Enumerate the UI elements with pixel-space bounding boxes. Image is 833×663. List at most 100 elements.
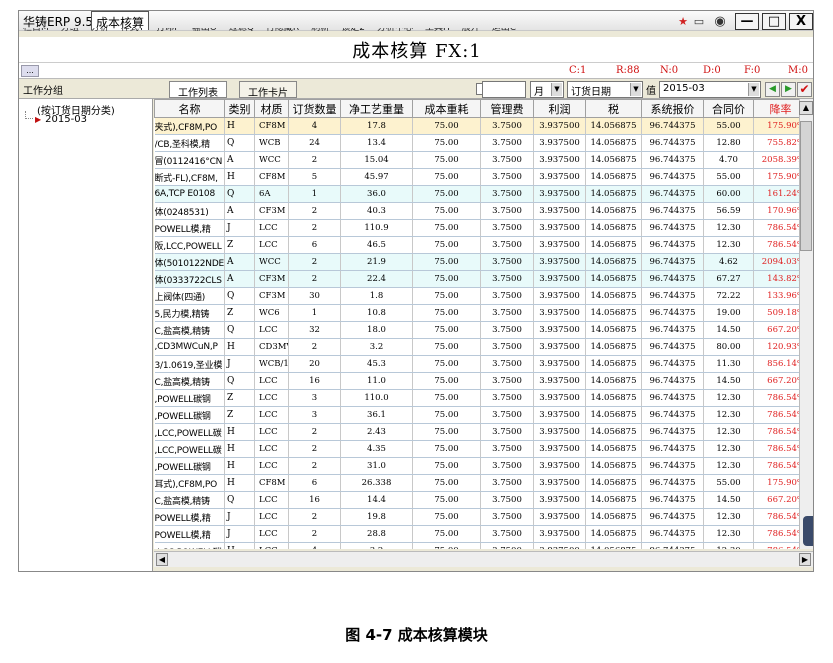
field-select[interactable]: 订货日期 ▼ — [567, 81, 643, 98]
menu-item[interactable]: 行隐藏R — [266, 28, 299, 33]
confirm-check-icon[interactable]: ✔ — [797, 82, 812, 97]
table-cell[interactable]: C,盐高模,精铸 — [154, 372, 225, 390]
table-cell[interactable]: 12.30 — [703, 236, 754, 254]
table-cell[interactable]: 5 — [288, 168, 341, 186]
table-cell[interactable]: 16 — [288, 491, 341, 509]
table-cell[interactable]: 19.8 — [340, 508, 413, 526]
table-cell[interactable]: 32 — [288, 321, 341, 339]
table-cell[interactable]: 2 — [288, 202, 341, 220]
table-cell[interactable]: 3.7500 — [480, 151, 534, 169]
table-cell[interactable]: 14.056875 — [585, 219, 642, 237]
table-cell[interactable]: Q — [224, 491, 255, 509]
table-cell[interactable]: 14.056875 — [585, 423, 642, 441]
table-cell[interactable]: 12.30 — [703, 440, 754, 458]
table-cell[interactable]: 14.056875 — [585, 168, 642, 186]
table-cell[interactable]: C,盐高模,精铸 — [154, 491, 225, 509]
table-cell[interactable]: 14.056875 — [585, 406, 642, 424]
table-cell[interactable]: ,POWELL碳钢 — [154, 389, 225, 407]
table-cell[interactable]: Q — [224, 134, 255, 152]
table-cell[interactable]: CF8M — [254, 117, 289, 135]
table-cell[interactable]: 冒(0112416°CN — [154, 151, 225, 169]
table-cell[interactable]: 96.744375 — [641, 321, 704, 339]
table-cell[interactable]: POWELL模,精 — [154, 508, 225, 526]
table-cell[interactable]: 3.7500 — [480, 440, 534, 458]
table-cell[interactable]: 3.937500 — [533, 168, 586, 186]
table-cell[interactable]: 4 — [288, 542, 341, 549]
table-cell[interactable]: 46.5 — [340, 236, 413, 254]
date-select[interactable]: 2015-03 ▼ — [659, 81, 761, 98]
table-cell[interactable]: 14.50 — [703, 491, 754, 509]
table-cell[interactable]: 96.744375 — [641, 508, 704, 526]
table-cell[interactable]: 14.50 — [703, 372, 754, 390]
table-cell[interactable]: 1 — [288, 185, 341, 203]
table-cell[interactable]: 30 — [288, 287, 341, 305]
table-cell[interactable]: 75.00 — [412, 542, 481, 549]
table-cell[interactable]: Q — [224, 287, 255, 305]
table-cell[interactable]: 11.30 — [703, 355, 754, 373]
table-cell[interactable]: J — [224, 219, 255, 237]
table-cell[interactable]: 3.937500 — [533, 304, 586, 322]
table-cell[interactable]: 3 — [288, 406, 341, 424]
table-cell[interactable]: 14.056875 — [585, 134, 642, 152]
table-cell[interactable]: C,盐高模,精铸 — [154, 321, 225, 339]
table-cell[interactable]: H — [224, 423, 255, 441]
table-cell[interactable]: 75.00 — [412, 338, 481, 356]
table-cell[interactable]: A — [224, 151, 255, 169]
table-cell[interactable]: 75.00 — [412, 372, 481, 390]
table-cell[interactable]: 72.22 — [703, 287, 754, 305]
table-cell[interactable]: 3.7500 — [480, 525, 534, 543]
table-row[interactable]: ,POWELL碳钢 Z LCC 3 36.1 75.00 3.7500 3.937500 14.… — [154, 406, 808, 424]
table-cell[interactable]: 3.937500 — [533, 134, 586, 152]
menu-item[interactable]: 退出C — [492, 28, 516, 33]
table-cell[interactable]: 75.00 — [412, 236, 481, 254]
table-cell[interactable]: 6 — [288, 236, 341, 254]
table-cell[interactable]: Z — [224, 304, 255, 322]
table-cell[interactable]: 上阀体(四通) — [154, 287, 225, 305]
column-header[interactable]: 订货数量 — [288, 99, 341, 118]
table-row[interactable]: POWELL模,精 J LCC 2 28.8 75.00 3.7500 3.937500 14.… — [154, 525, 808, 543]
table-cell[interactable]: 3.937500 — [533, 355, 586, 373]
table-cell[interactable]: 3.7500 — [480, 270, 534, 288]
star-icon[interactable]: ★ — [676, 13, 690, 30]
menu-item[interactable]: 分析中心 — [377, 28, 413, 33]
table-cell[interactable]: 96.744375 — [641, 338, 704, 356]
table-cell[interactable]: 75.00 — [412, 219, 481, 237]
table-cell[interactable]: WCB/1. — [254, 355, 289, 373]
column-header[interactable]: 税 — [585, 99, 642, 118]
menu-item[interactable]: 栏目M — [23, 28, 49, 33]
column-header[interactable]: 系统报价 — [641, 99, 704, 118]
table-cell[interactable]: 12.30 — [703, 389, 754, 407]
column-header[interactable]: 管理费 — [480, 99, 534, 118]
table-cell[interactable]: 2 — [288, 423, 341, 441]
table-cell[interactable]: 3.937500 — [533, 372, 586, 390]
table-cell[interactable]: 96.744375 — [641, 134, 704, 152]
menu-item[interactable]: 输出O — [192, 28, 217, 33]
table-cell[interactable]: 3.937500 — [533, 474, 586, 492]
table-cell[interactable]: 67.27 — [703, 270, 754, 288]
table-cell[interactable]: WC6 — [254, 304, 289, 322]
table-cell[interactable]: Q — [224, 321, 255, 339]
close-button[interactable]: X — [789, 12, 813, 30]
scroll-right-icon[interactable]: ▶ — [799, 553, 811, 566]
table-cell[interactable]: 3.937500 — [533, 389, 586, 407]
table-cell[interactable]: 3.937500 — [533, 219, 586, 237]
table-cell[interactable]: 110.9 — [340, 219, 413, 237]
table-cell[interactable]: 19.00 — [703, 304, 754, 322]
table-cell[interactable]: 75.00 — [412, 287, 481, 305]
table-cell[interactable]: 55.00 — [703, 117, 754, 135]
table-cell[interactable]: 3.937500 — [533, 406, 586, 424]
table-cell[interactable]: 12.80 — [703, 134, 754, 152]
table-cell[interactable]: 13.4 — [340, 134, 413, 152]
system-icon[interactable]: ◉ — [708, 13, 732, 30]
table-cell[interactable]: 3 — [288, 389, 341, 407]
more-button[interactable]: ... — [21, 65, 39, 77]
table-cell[interactable]: ,LCC,POWELL碳 — [154, 423, 225, 441]
table-cell[interactable]: 96.744375 — [641, 304, 704, 322]
table-cell[interactable]: A — [224, 202, 255, 220]
table-cell[interactable]: 96.744375 — [641, 406, 704, 424]
table-row[interactable]: ,LCC,POWELL碳 H LCC 2 4.35 75.00 3.7500 3.937500… — [154, 440, 808, 458]
table-row[interactable]: 体(5010122NDE A WCC 2 21.9 75.00 3.7500 3.937500… — [154, 253, 808, 271]
table-cell[interactable]: 14.056875 — [585, 355, 642, 373]
table-row[interactable]: POWELL模,精 J LCC 2 110.9 75.00 3.7500 3.937500 14… — [154, 219, 808, 237]
table-cell[interactable]: 96.744375 — [641, 355, 704, 373]
